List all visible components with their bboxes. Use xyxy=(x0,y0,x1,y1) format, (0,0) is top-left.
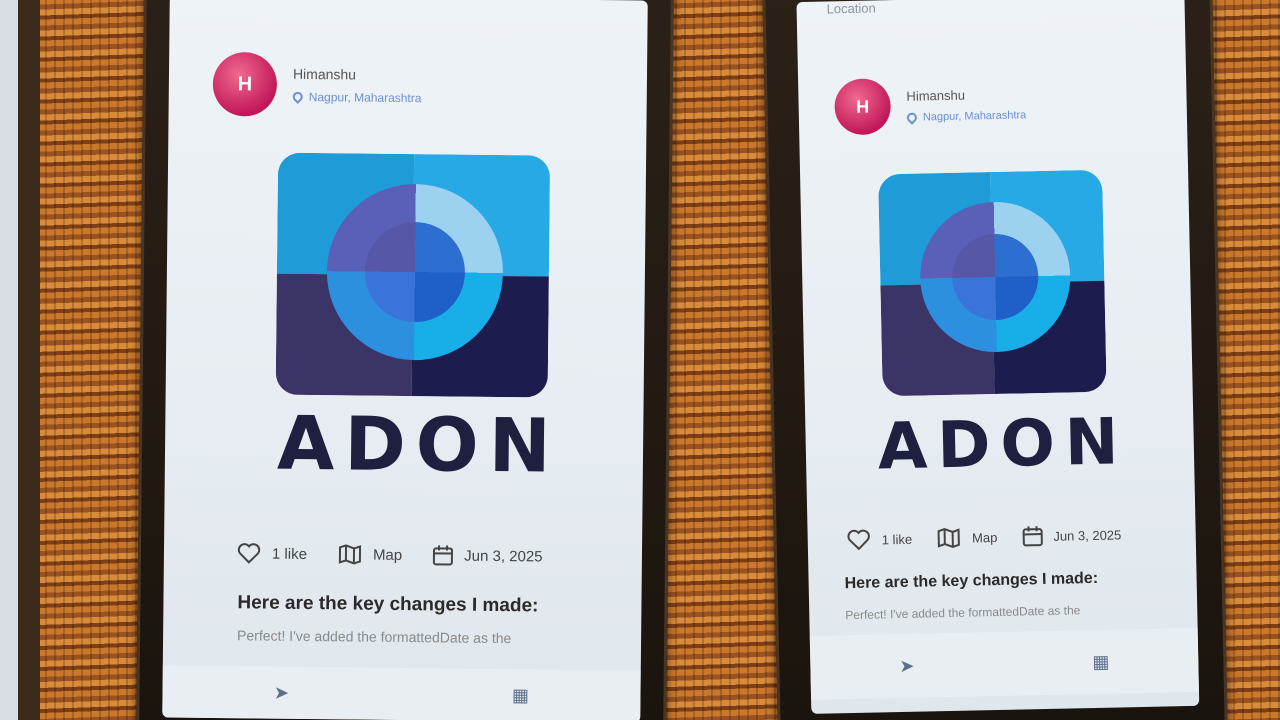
adon-logo-image xyxy=(275,152,551,398)
location-pin-icon xyxy=(290,89,305,104)
user-location: Nagpur, Maharashtra xyxy=(904,108,1027,125)
post-date: Jun 3, 2025 xyxy=(1053,526,1122,544)
date-info: Jun 3, 2025 xyxy=(1021,523,1121,547)
calendar-icon xyxy=(433,545,454,566)
user-location: Nagpur, Maharashtra xyxy=(290,89,422,106)
date-info: Jun 3, 2025 xyxy=(432,544,543,567)
avatar[interactable]: H xyxy=(834,78,892,136)
post-header: H Himanshu Nagpur, Maharashtra xyxy=(212,51,422,118)
send-icon[interactable]: ➤ xyxy=(899,655,915,676)
avatar[interactable]: H xyxy=(212,51,278,117)
like-count: 1 like xyxy=(271,545,308,563)
post-date: Jun 3, 2025 xyxy=(464,547,543,565)
post-actions: 1 like Map Jun 3, 2025 xyxy=(236,542,543,567)
post-header: H Himanshu Nagpur, Maharashtra xyxy=(834,75,1027,136)
map-button[interactable]: Map xyxy=(936,526,998,549)
bottom-tab-bar: ➤ ▦ xyxy=(809,627,1199,700)
like-button[interactable]: 1 like xyxy=(236,542,307,565)
heart-icon xyxy=(237,543,261,564)
phone-left: H Himanshu Nagpur, Maharashtra ADON 1 li… xyxy=(136,0,674,720)
user-name[interactable]: Himanshu xyxy=(293,66,422,83)
location-bar[interactable]: Location xyxy=(826,0,875,16)
map-icon xyxy=(937,528,961,548)
brand-wordmark: ADON xyxy=(877,405,1130,485)
post-body: Perfect! I've added the formattedDate as… xyxy=(237,627,512,647)
user-location-text: Nagpur, Maharashtra xyxy=(922,108,1027,123)
user-location-text: Nagpur, Maharashtra xyxy=(308,89,422,106)
heart-icon xyxy=(847,529,870,551)
brand-wordmark: ADON xyxy=(276,400,562,490)
post-title: Here are the key changes I made: xyxy=(237,592,539,617)
phone-left-screen: H Himanshu Nagpur, Maharashtra ADON 1 li… xyxy=(162,0,648,720)
like-count: 1 like xyxy=(881,531,913,547)
calendar-tab-icon[interactable]: ▦ xyxy=(1092,651,1109,672)
send-icon[interactable]: ➤ xyxy=(274,682,289,703)
calendar-icon xyxy=(1022,526,1043,547)
calendar-tab-icon[interactable]: ▦ xyxy=(512,685,529,706)
phone-right: Location H Himanshu Nagpur, Maharashtra … xyxy=(762,0,1228,720)
post-actions: 1 like Map Jun 3, 2025 xyxy=(846,523,1122,551)
map-label: Map xyxy=(372,546,403,564)
map-label: Map xyxy=(971,529,998,546)
post-title: Here are the key changes I made: xyxy=(844,569,1099,593)
left-edge-shadow xyxy=(0,0,40,720)
adon-logo-image xyxy=(878,169,1107,397)
bottom-tab-bar: ➤ ▦ xyxy=(162,665,641,720)
location-pin-icon xyxy=(904,110,919,125)
post-body: Perfect! I've added the formattedDate as… xyxy=(845,603,1081,623)
user-name[interactable]: Himanshu xyxy=(906,86,1026,103)
location-bar-text: Location xyxy=(826,0,876,17)
map-button[interactable]: Map xyxy=(337,543,402,566)
map-icon xyxy=(338,544,362,565)
phone-right-screen: Location H Himanshu Nagpur, Maharashtra … xyxy=(796,0,1200,714)
like-button[interactable]: 1 like xyxy=(846,528,913,551)
